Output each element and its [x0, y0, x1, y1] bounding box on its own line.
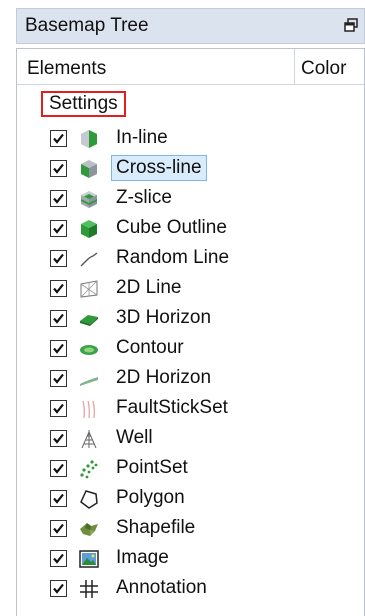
- basemap-tree-panel: Basemap Tree Elements Color Settings In-…: [16, 8, 365, 616]
- tree-item-faultstickset[interactable]: FaultStickSet: [17, 394, 364, 424]
- visibility-checkbox[interactable]: [50, 310, 67, 327]
- tree-header: Elements Color: [17, 49, 364, 85]
- 2d-horizon-icon: [78, 368, 100, 390]
- column-separator[interactable]: [294, 49, 295, 85]
- panel-title: Basemap Tree: [25, 15, 149, 36]
- visibility-checkbox[interactable]: [50, 220, 67, 237]
- tree-item-cross-line[interactable]: Cross-line: [17, 154, 364, 184]
- visibility-checkbox[interactable]: [50, 430, 67, 447]
- visibility-checkbox[interactable]: [50, 400, 67, 417]
- column-header-elements[interactable]: Elements: [27, 58, 106, 80]
- tree-item-label: 3D Horizon: [116, 307, 212, 328]
- tree-item-label: Image: [116, 547, 169, 568]
- visibility-checkbox[interactable]: [50, 190, 67, 207]
- float-window-icon[interactable]: [344, 18, 358, 32]
- tree-item-3d-horizon[interactable]: 3D Horizon: [17, 304, 364, 334]
- tree-item-label: PointSet: [116, 457, 188, 478]
- faultstickset-icon: [78, 398, 100, 420]
- visibility-checkbox[interactable]: [50, 250, 67, 267]
- tree-item-label: 2D Horizon: [116, 367, 212, 388]
- visibility-checkbox[interactable]: [50, 340, 67, 357]
- tree-item-label: Cube Outline: [116, 217, 227, 238]
- tree-item-random-line[interactable]: Random Line: [17, 244, 364, 274]
- visibility-checkbox[interactable]: [50, 520, 67, 537]
- inline-cube-icon: [78, 128, 100, 150]
- visibility-checkbox[interactable]: [50, 460, 67, 477]
- tree-item-in-line[interactable]: In-line: [17, 124, 364, 154]
- crossline-cube-icon: [78, 158, 100, 180]
- tree-item-annotation[interactable]: Annotation: [17, 574, 364, 604]
- tree-item-label: FaultStickSet: [116, 397, 228, 418]
- visibility-checkbox[interactable]: [50, 490, 67, 507]
- annotation-icon: [78, 578, 100, 600]
- tree-item-label: Well: [116, 427, 153, 448]
- well-icon: [78, 428, 100, 450]
- tree-item-label: Cross-line: [111, 155, 207, 181]
- tree-item-label: Annotation: [116, 577, 207, 598]
- 3d-horizon-icon: [78, 308, 100, 330]
- visibility-checkbox[interactable]: [50, 130, 67, 147]
- tree-item-well[interactable]: Well: [17, 424, 364, 454]
- cube-outline-icon: [78, 218, 100, 240]
- contour-icon: [78, 338, 100, 360]
- zslice-cube-icon: [78, 188, 100, 210]
- tree-item-2d-horizon[interactable]: 2D Horizon: [17, 364, 364, 394]
- image-icon: [78, 548, 100, 570]
- tree-item-contour[interactable]: Contour: [17, 334, 364, 364]
- polygon-icon: [78, 488, 100, 510]
- visibility-checkbox[interactable]: [50, 160, 67, 177]
- tree-item-polygon[interactable]: Polygon: [17, 484, 364, 514]
- basemap-tree: Elements Color Settings In-line Cross-lin…: [16, 48, 365, 616]
- 2d-line-icon: [78, 278, 100, 300]
- visibility-checkbox[interactable]: [50, 580, 67, 597]
- tree-item-cube-outline[interactable]: Cube Outline: [17, 214, 364, 244]
- tree-item-image[interactable]: Image: [17, 544, 364, 574]
- pointset-icon: [78, 458, 100, 480]
- visibility-checkbox[interactable]: [50, 550, 67, 567]
- tree-item-label: Z-slice: [116, 187, 172, 208]
- tree-item-label: Shapefile: [116, 517, 196, 538]
- tree-item-2d-line[interactable]: 2D Line: [17, 274, 364, 304]
- tree-item-label: In-line: [116, 127, 168, 148]
- panel-titlebar[interactable]: Basemap Tree: [16, 8, 365, 44]
- column-header-color[interactable]: Color: [301, 58, 346, 80]
- visibility-checkbox[interactable]: [50, 280, 67, 297]
- tree-item-label: Contour: [116, 337, 184, 358]
- tree-item-label: Polygon: [116, 487, 185, 508]
- tree-item-z-slice[interactable]: Z-slice: [17, 184, 364, 214]
- tree-root-settings[interactable]: Settings: [41, 91, 126, 117]
- visibility-checkbox[interactable]: [50, 370, 67, 387]
- shapefile-icon: [78, 518, 100, 540]
- tree-item-pointset[interactable]: PointSet: [17, 454, 364, 484]
- random-line-icon: [78, 248, 100, 270]
- tree-item-shapefile[interactable]: Shapefile: [17, 514, 364, 544]
- tree-item-label: Random Line: [116, 247, 230, 268]
- tree-item-label: 2D Line: [116, 277, 182, 298]
